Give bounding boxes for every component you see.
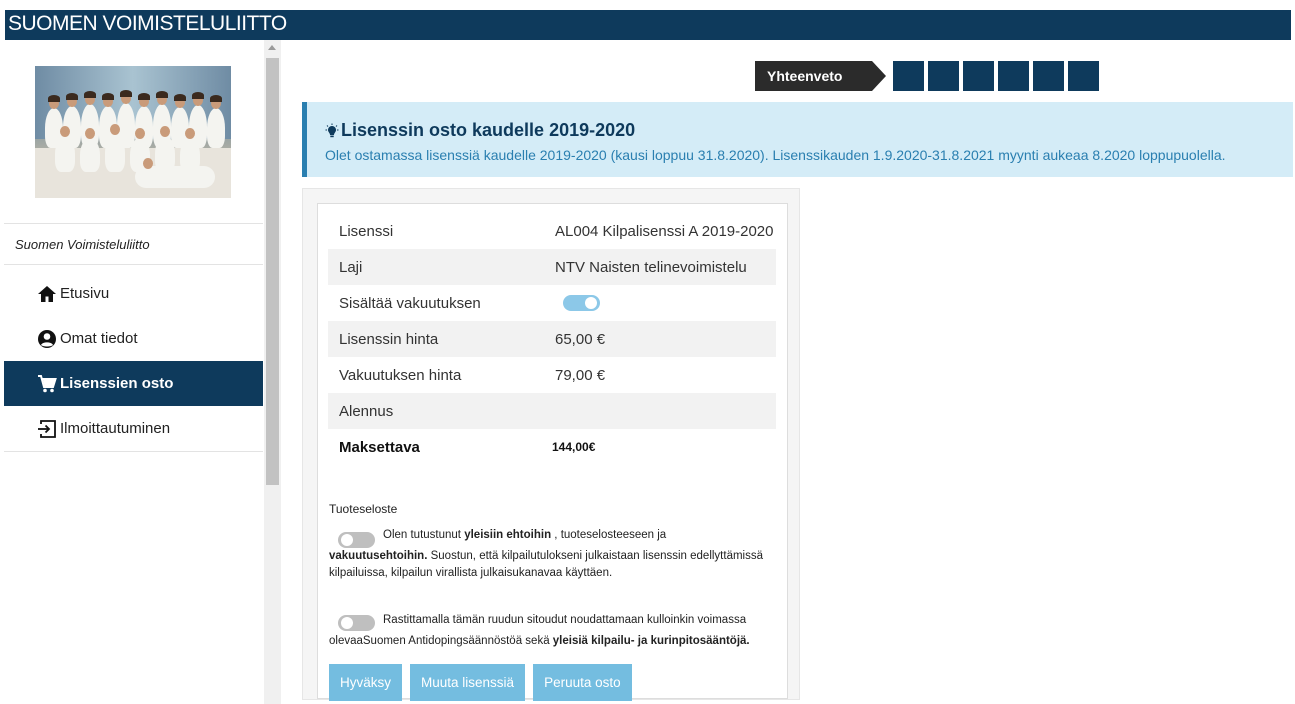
purchase-summary-card: Lisenssi AL004 Kilpalisenssi A 2019-2020…: [302, 188, 800, 701]
sidebar-scrollbar[interactable]: [264, 40, 281, 704]
step-box: [1068, 61, 1099, 91]
terms-text-part: , tuoteselosteeseen ja: [551, 529, 667, 541]
row-value: 79,00 €: [555, 366, 606, 384]
total-value: 144,00€: [552, 440, 596, 454]
terms-text: Olen tutustunut yleisiin ehtoihin , tuot…: [329, 527, 784, 582]
user-circle-icon: [38, 329, 56, 348]
sidebar-divider: [4, 264, 263, 265]
sidebar-item-label: Lisenssien osto: [60, 375, 174, 392]
app-title: SUOMEN VOIMISTELULIITTO: [8, 12, 287, 35]
sidebar-item-label: Etusivu: [60, 285, 110, 302]
row-label: Maksettava: [339, 438, 420, 456]
step-box: [1033, 61, 1064, 91]
row-label: Alennus: [339, 402, 394, 420]
sidebar-divider: [4, 451, 263, 452]
row-label: Lisenssin hinta: [339, 330, 439, 348]
row-value: 65,00 €: [555, 330, 606, 348]
insurance-toggle[interactable]: [563, 295, 600, 311]
summary-panel: Lisenssi AL004 Kilpalisenssi A 2019-2020…: [317, 203, 788, 701]
accept-button[interactable]: Hyväksy: [329, 664, 403, 701]
step-box: [928, 61, 959, 91]
summary-row-maksettava: Maksettava 144,00€: [328, 429, 776, 465]
sidebar-item-label: Omat tiedot: [60, 330, 138, 347]
row-label: Sisältää vakuutuksen: [339, 294, 481, 312]
step-box: [963, 61, 994, 91]
competition-rules-link[interactable]: yleisiä kilpailu- ja kurinpitosääntöjä.: [553, 635, 750, 647]
team-photo: [35, 66, 231, 198]
general-terms-link[interactable]: yleisiin ehtoihin: [464, 529, 551, 541]
home-icon: [38, 285, 56, 302]
summary-row-lisenssi: Lisenssi AL004 Kilpalisenssi A 2019-2020: [328, 213, 776, 249]
summary-row-lisenssin-hinta: Lisenssin hinta 65,00 €: [328, 321, 776, 357]
row-value: NTV Naisten telinevoimistelu: [555, 258, 747, 276]
alert-title: Lisenssin osto kaudelle 2019-2020: [341, 120, 636, 140]
scroll-up-arrow-icon[interactable]: [268, 45, 276, 50]
sidebar-item-label: Ilmoittautuminen: [60, 420, 171, 437]
summary-row-alennus: Alennus: [328, 393, 776, 429]
row-label: Laji: [339, 258, 363, 276]
step-current: Yhteenveto: [755, 61, 886, 91]
cart-icon: [38, 374, 57, 392]
terms-text-part: Olen tutustunut: [383, 529, 465, 541]
row-label: Vakuutuksen hinta: [339, 366, 462, 384]
sidebar-item-etusivu[interactable]: Etusivu: [4, 271, 263, 316]
step-box: [998, 61, 1029, 91]
alert-message: Olet ostamassa lisenssiä kaudelle 2019-2…: [325, 147, 1226, 163]
cancel-purchase-button[interactable]: Peruuta osto: [533, 664, 632, 701]
sidebar: Suomen Voimisteluliitto Etusivu Omat tie…: [4, 40, 264, 704]
summary-row-laji: Laji NTV Naisten telinevoimistelu: [328, 249, 776, 285]
sidebar-item-omat-tiedot[interactable]: Omat tiedot: [4, 316, 263, 361]
sidebar-divider: [4, 223, 263, 224]
app-header: SUOMEN VOIMISTELULIITTO: [5, 10, 1291, 40]
sidebar-item-lisenssien-osto[interactable]: Lisenssien osto: [4, 361, 263, 406]
progress-steps: Yhteenveto: [755, 61, 1099, 91]
action-buttons: Hyväksy Muuta lisenssiä Peruuta osto: [329, 664, 632, 701]
row-value: AL004 Kilpalisenssi A 2019-2020: [555, 222, 774, 240]
lightbulb-icon: [325, 123, 339, 137]
sign-in-icon: [38, 419, 56, 438]
scrollbar-thumb[interactable]: [266, 58, 279, 485]
change-license-button[interactable]: Muuta lisenssiä: [410, 664, 526, 701]
step-box: [893, 61, 924, 91]
summary-row-vakuutuksen-hinta: Vakuutuksen hinta 79,00 €: [328, 357, 776, 393]
row-label: Lisenssi: [339, 222, 394, 240]
summary-row-vakuutus: Sisältää vakuutuksen: [328, 285, 776, 321]
alert-heading: Lisenssin osto kaudelle 2019-2020: [324, 120, 635, 141]
sidebar-item-ilmoittautuminen[interactable]: Ilmoittautuminen: [4, 406, 263, 451]
antidoping-text: Rastittamalla tämän ruudun sitoudut noud…: [329, 610, 784, 652]
sidebar-org-name: Suomen Voimisteluliitto: [15, 237, 150, 252]
insurance-terms-link[interactable]: vakuutusehtoihin.: [329, 550, 427, 562]
season-info-alert: Lisenssin osto kaudelle 2019-2020 Olet o…: [302, 102, 1293, 177]
product-description-heading: Tuoteseloste: [329, 502, 398, 516]
